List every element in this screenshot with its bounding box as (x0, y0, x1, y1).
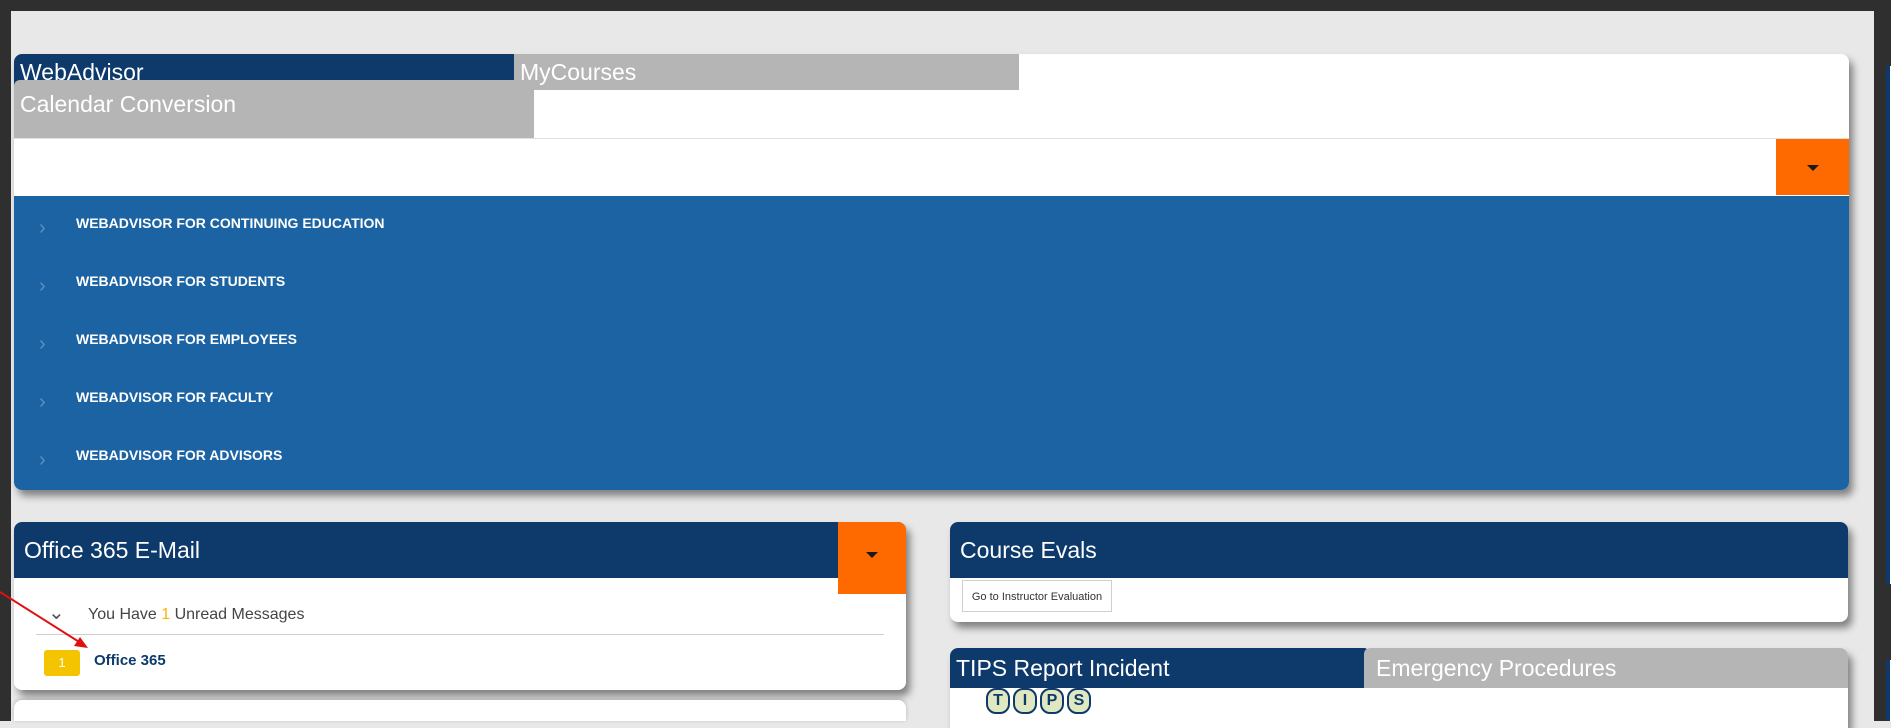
tab-emergency-procedures[interactable]: Emergency Procedures (1364, 648, 1848, 688)
course-evals-panel: Course Evals Go to Instructor Evaluation (950, 522, 1848, 622)
menu-item-faculty[interactable]: › WEBADVISOR FOR FACULTY (14, 370, 1849, 428)
unread-messages-row[interactable]: ⌄ You Have 1 Unread Messages (36, 598, 884, 635)
chevron-right-icon: › (39, 449, 46, 471)
menu-item-advisors[interactable]: › WEBADVISOR FOR ADVISORS (14, 428, 1849, 486)
webadvisor-select[interactable] (14, 138, 1849, 195)
office365-link[interactable]: Office 365 (94, 652, 166, 669)
menu-item-students[interactable]: › WEBADVISOR FOR STUDENTS (14, 254, 1849, 312)
instructor-evaluation-button[interactable]: Go to Instructor Evaluation (962, 580, 1112, 612)
office365-panel: Office 365 E-Mail ⌄ You Have 1 Unread Me… (14, 522, 906, 690)
tips-panel: TIPS Report Incident Emergency Procedure… (950, 648, 1848, 728)
tab-tips-report-incident[interactable]: TIPS Report Incident (950, 648, 1370, 688)
caret-down-icon (1807, 165, 1819, 171)
tips-logo: TIPS (986, 688, 1094, 714)
right-panel-edge (1886, 660, 1891, 721)
office365-header: Office 365 E-Mail (14, 522, 906, 578)
tab-calendar-conversion[interactable]: Calendar Conversion (14, 80, 534, 138)
menu-item-label: WEBADVISOR FOR STUDENTS (76, 273, 286, 289)
chevron-right-icon: › (39, 391, 46, 413)
unread-suffix: Unread Messages (170, 606, 305, 623)
unread-messages-text: You Have 1 Unread Messages (88, 606, 304, 624)
webadvisor-panel: WebAdvisor MyCourses Calendar Conversion… (14, 54, 1849, 490)
menu-item-label: WEBADVISOR FOR ADVISORS (76, 447, 283, 463)
menu-item-label: WEBADVISOR FOR CONTINUING EDUCATION (76, 215, 385, 231)
tab-mycourses[interactable]: MyCourses (514, 54, 1019, 90)
office365-dropdown-button[interactable] (838, 522, 906, 594)
menu-item-label: WEBADVISOR FOR FACULTY (76, 389, 274, 405)
panel-title: Course Evals (960, 537, 1097, 563)
caret-down-icon (866, 552, 878, 558)
unread-count: 1 (161, 606, 171, 623)
webadvisor-menu: › WEBADVISOR FOR CONTINUING EDUCATION › … (14, 196, 1849, 490)
menu-item-continuing-education[interactable]: › WEBADVISOR FOR CONTINUING EDUCATION (14, 196, 1849, 254)
right-panel-edge (1886, 66, 1891, 584)
course-evals-header: Course Evals (950, 522, 1848, 578)
panel-title: Office 365 E-Mail (24, 537, 200, 563)
tips-logo-letter: P (1040, 688, 1064, 714)
menu-item-label: WEBADVISOR FOR EMPLOYEES (76, 331, 297, 347)
tips-logo-letter: S (1067, 688, 1091, 714)
window-frame-top (0, 0, 1891, 11)
menu-item-employees[interactable]: › WEBADVISOR FOR EMPLOYEES (14, 312, 1849, 370)
tips-logo-letter: I (1013, 688, 1037, 714)
annotation-arrow-icon (0, 591, 88, 648)
tips-logo-letter: T (986, 688, 1010, 714)
chevron-right-icon: › (39, 217, 46, 239)
lower-panel-edge (14, 700, 906, 721)
chevron-right-icon: › (39, 333, 46, 355)
webadvisor-dropdown-button[interactable] (1776, 139, 1849, 195)
chevron-right-icon: › (39, 275, 46, 297)
